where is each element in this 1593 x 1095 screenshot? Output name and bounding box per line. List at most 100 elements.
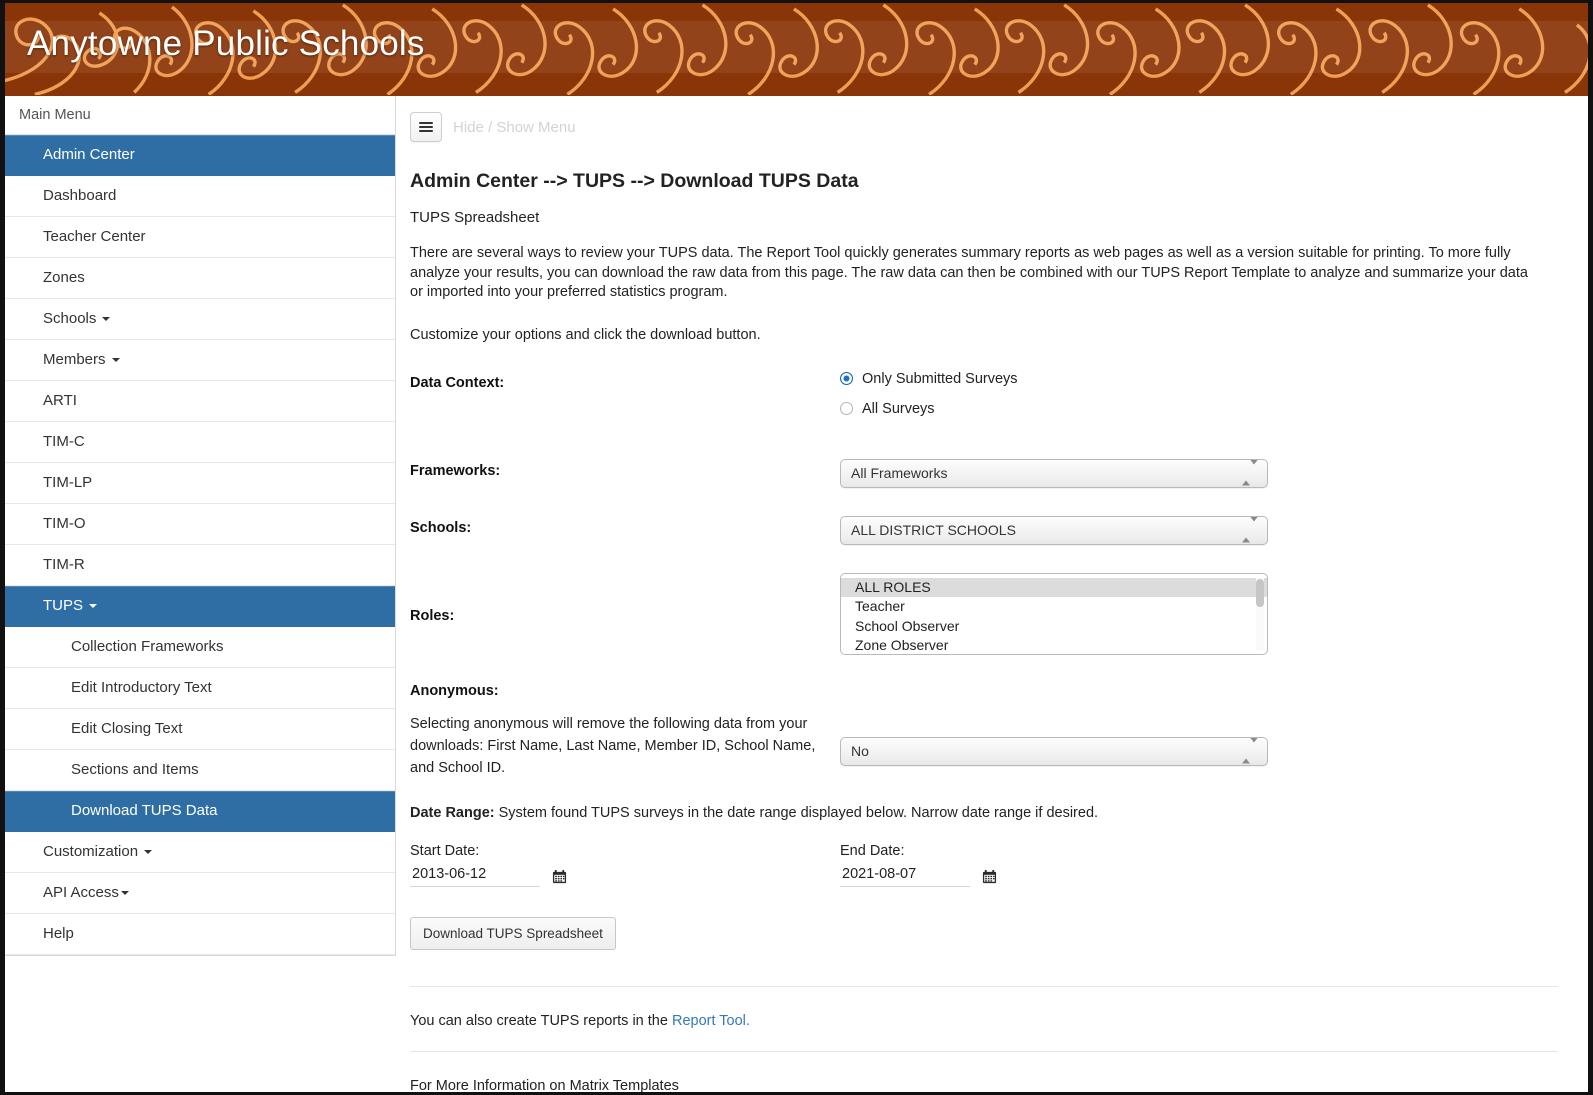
roles-label: Roles: [410,607,455,624]
sidebar-item-label: Dashboard [43,187,117,204]
start-date-col: Start Date: [410,843,840,887]
sidebar-item-label: ARTI [43,392,77,409]
chevron-down-icon [120,891,129,896]
date-inputs-row: Start Date: 2013-06-12 End Date: 2021-08… [410,843,1558,887]
data-context-label: Data Context: [410,374,505,391]
main-menu-sidebar: Main Menu Admin Center Dashboard Teacher C… [5,96,396,956]
radio-label-only-submitted: Only Submitted Surveys [862,370,1018,387]
radio-icon-all-surveys[interactable] [840,402,853,415]
frameworks-select[interactable]: All Frameworks [840,458,1268,488]
end-date-input[interactable] [840,865,970,887]
sidebar-item-sections-and-items[interactable]: Sections and Items [5,750,395,791]
roles-option[interactable]: ALL ROLES [841,577,1267,597]
sidebar-item-label: TIM-LP [43,474,93,491]
sidebar-item-tim-lp[interactable]: TIM-LP [5,463,395,504]
date-range-instruction: Date Range: System found TUPS surveys in… [410,805,1558,821]
sidebar-item-dashboard[interactable]: Dashboard [5,176,395,217]
date-range-label: Date Range: [410,804,495,821]
calendar-icon[interactable] [552,869,567,884]
customize-instruction: Customize your options and click the dow… [410,326,761,343]
frameworks-label: Frameworks: [410,462,501,479]
roles-field: ALL ROLES Teacher School Observer Zone Obse… [840,572,1270,655]
report-tool-line: You can also create TUPS reports in the … [410,987,1558,1051]
roles-options: ALL ROLES Teacher School Observer Zone Obse… [841,577,1267,654]
site-banner: Anytowne Public Schools [5,3,1588,96]
chevron-down-icon [111,358,120,363]
start-date-label: Start Date: [410,842,480,859]
start-date-input[interactable] [410,865,540,887]
roles-option[interactable]: Zone Observer [841,636,1267,654]
schools-select[interactable]: ALL DISTRICT SCHOOLS [840,515,1268,545]
sidebar-item-label: Edit Closing Text [71,720,183,737]
chevron-down-icon [102,317,111,322]
sidebar-item-label: Help [43,925,74,942]
hide-show-menu-button[interactable] [410,112,442,142]
roles-listbox[interactable]: ALL ROLES Teacher School Observer Zone Obse… [840,572,1268,655]
anonymous-heading: Anonymous: [410,682,499,699]
sidebar-item-download-tups-data[interactable]: Download TUPS Data [5,791,395,832]
sidebar-item-label: Customization [43,843,139,860]
sidebar-item-help[interactable]: Help [5,914,395,955]
section-subheading: TUPS Spreadsheet [410,209,540,226]
sidebar-item-label: Sections and Items [71,761,199,778]
frameworks-field: All Frameworks [840,458,1270,488]
anonymous-description: Selecting anonymous will remove the foll… [410,715,816,776]
roles-row: Roles: ALL ROLES Teacher School Observer Zo… [410,572,1558,655]
roles-scrollbar-thumb[interactable] [1256,578,1264,607]
page-layout: Main Menu Admin Center Dashboard Teacher C… [5,96,1588,1092]
sidebar-item-label: Members [43,351,106,368]
sidebar-item-edit-introductory-text[interactable]: Edit Introductory Text [5,668,395,709]
sidebar-item-zones[interactable]: Zones [5,258,395,299]
sidebar-item-api-access[interactable]: API Access [5,873,395,914]
anonymous-row: Selecting anonymous will remove the foll… [410,713,1558,779]
data-context-row: Data Context: Only Submitted Surveys All… [410,371,1558,431]
page-title: Admin Center --> TUPS --> Download TUPS … [410,170,859,192]
roles-option[interactable]: Teacher [841,597,1267,617]
sidebar-item-tups[interactable]: TUPS [5,586,395,627]
sidebar-item-label: Admin Center [43,146,135,163]
chevron-down-icon [89,604,98,609]
sidebar-item-tim-o[interactable]: TIM-O [5,504,395,545]
radio-option-all-surveys[interactable]: All Surveys [840,401,1270,417]
radio-label-all-surveys: All Surveys [862,400,935,417]
calendar-icon[interactable] [982,869,997,884]
sidebar-item-collection-frameworks[interactable]: Collection Frameworks [5,627,395,668]
sidebar-item-label: TIM-R [43,556,85,573]
roles-option[interactable]: School Observer [841,617,1267,637]
radio-option-only-submitted[interactable]: Only Submitted Surveys [840,371,1270,387]
schools-row: Schools: ALL DISTRICT SCHOOLS [410,515,1558,545]
sidebar-item-tim-r[interactable]: TIM-R [5,545,395,586]
radio-icon-only-submitted[interactable] [840,372,853,385]
anonymous-select-value: No [851,742,869,759]
sidebar-item-label: Download TUPS Data [71,802,218,819]
sidebar-item-teacher-center[interactable]: Teacher Center [5,217,395,258]
anonymous-field: No [840,713,1270,766]
sidebar-item-schools[interactable]: Schools [5,299,395,340]
select-stepper-icon [1242,737,1258,765]
chevron-down-icon [144,850,153,855]
sidebar-item-arti[interactable]: ARTI [5,381,395,422]
end-date-col: End Date: [840,843,1270,887]
sidebar-item-admin-center[interactable]: Admin Center [5,135,395,176]
sidebar-item-edit-closing-text[interactable]: Edit Closing Text [5,709,395,750]
sidebar-item-label: API Access [43,884,119,901]
sidebar-item-label: TIM-C [43,433,85,450]
main-menu-list: Admin Center Dashboard Teacher Center Zones… [5,135,395,955]
report-tool-link[interactable]: Report Tool. [672,1013,750,1029]
intro-paragraph: There are several ways to review your TU… [410,245,1528,300]
anonymous-select[interactable]: No [840,736,1268,766]
sidebar-item-label: Collection Frameworks [71,638,224,655]
report-tool-prefix: You can also create TUPS reports in the [410,1012,672,1029]
main-content: Hide / Show Menu Admin Center --> TUPS -… [396,96,1588,1092]
download-tups-spreadsheet-button[interactable]: Download TUPS Spreadsheet [410,916,616,950]
sidebar-item-label: Edit Introductory Text [71,679,212,696]
schools-select-value: ALL DISTRICT SCHOOLS [851,521,1016,538]
content-topbar: Hide / Show Menu [410,112,1558,142]
schools-field: ALL DISTRICT SCHOOLS [840,515,1270,545]
sidebar-item-label: TUPS [43,597,84,614]
sidebar-item-members[interactable]: Members [5,340,395,381]
sidebar-item-customization[interactable]: Customization [5,832,395,873]
sidebar-item-tim-c[interactable]: TIM-C [5,422,395,463]
calendar-glyph-icon [552,869,567,883]
end-date-label: End Date: [840,842,905,859]
